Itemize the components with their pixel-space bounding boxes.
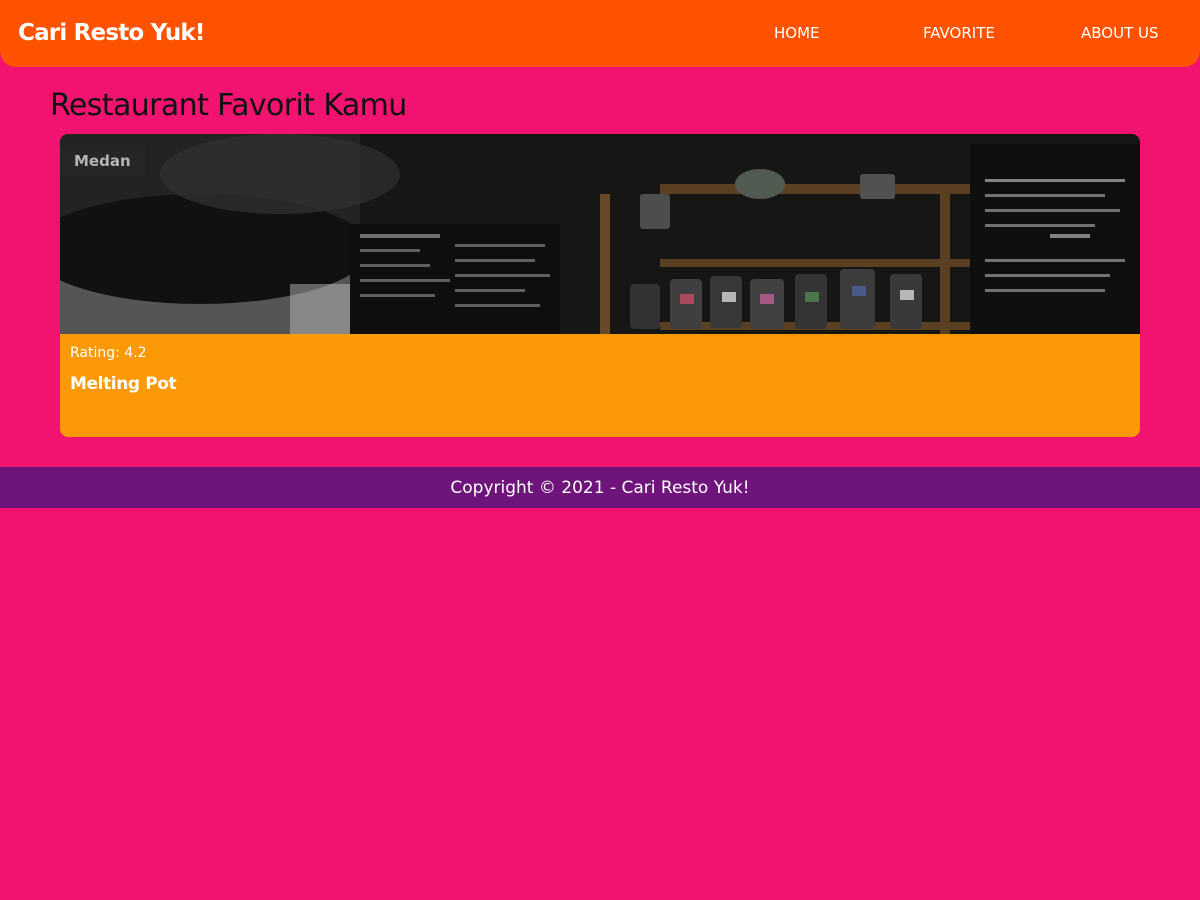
- rating-value: 4.2: [124, 345, 147, 361]
- app-bar: Cari Resto Yuk! HOME FAVORITE ABOUT US: [0, 0, 1200, 67]
- nav-home-link[interactable]: HOME: [774, 24, 820, 42]
- city-badge: Medan: [60, 146, 145, 176]
- restaurant-rating: Rating: 4.2: [70, 345, 147, 361]
- nav-favorite-link[interactable]: FAVORITE: [923, 24, 995, 42]
- rating-label: Rating:: [70, 345, 125, 361]
- nav-about-us-link[interactable]: ABOUT US: [1081, 24, 1159, 42]
- copyright-text: Copyright © 2021 - Cari Resto Yuk!: [450, 478, 750, 498]
- restaurant-image: Medan: [60, 134, 1140, 334]
- page-title: Restaurant Favorit Kamu: [50, 88, 407, 123]
- footer: Copyright © 2021 - Cari Resto Yuk!: [0, 467, 1200, 508]
- restaurant-card: Medan Rating: 4.2 Melting Pot: [60, 134, 1140, 437]
- brand-logo-link[interactable]: Cari Resto Yuk!: [18, 20, 205, 46]
- restaurant-name-link[interactable]: Melting Pot: [70, 374, 177, 394]
